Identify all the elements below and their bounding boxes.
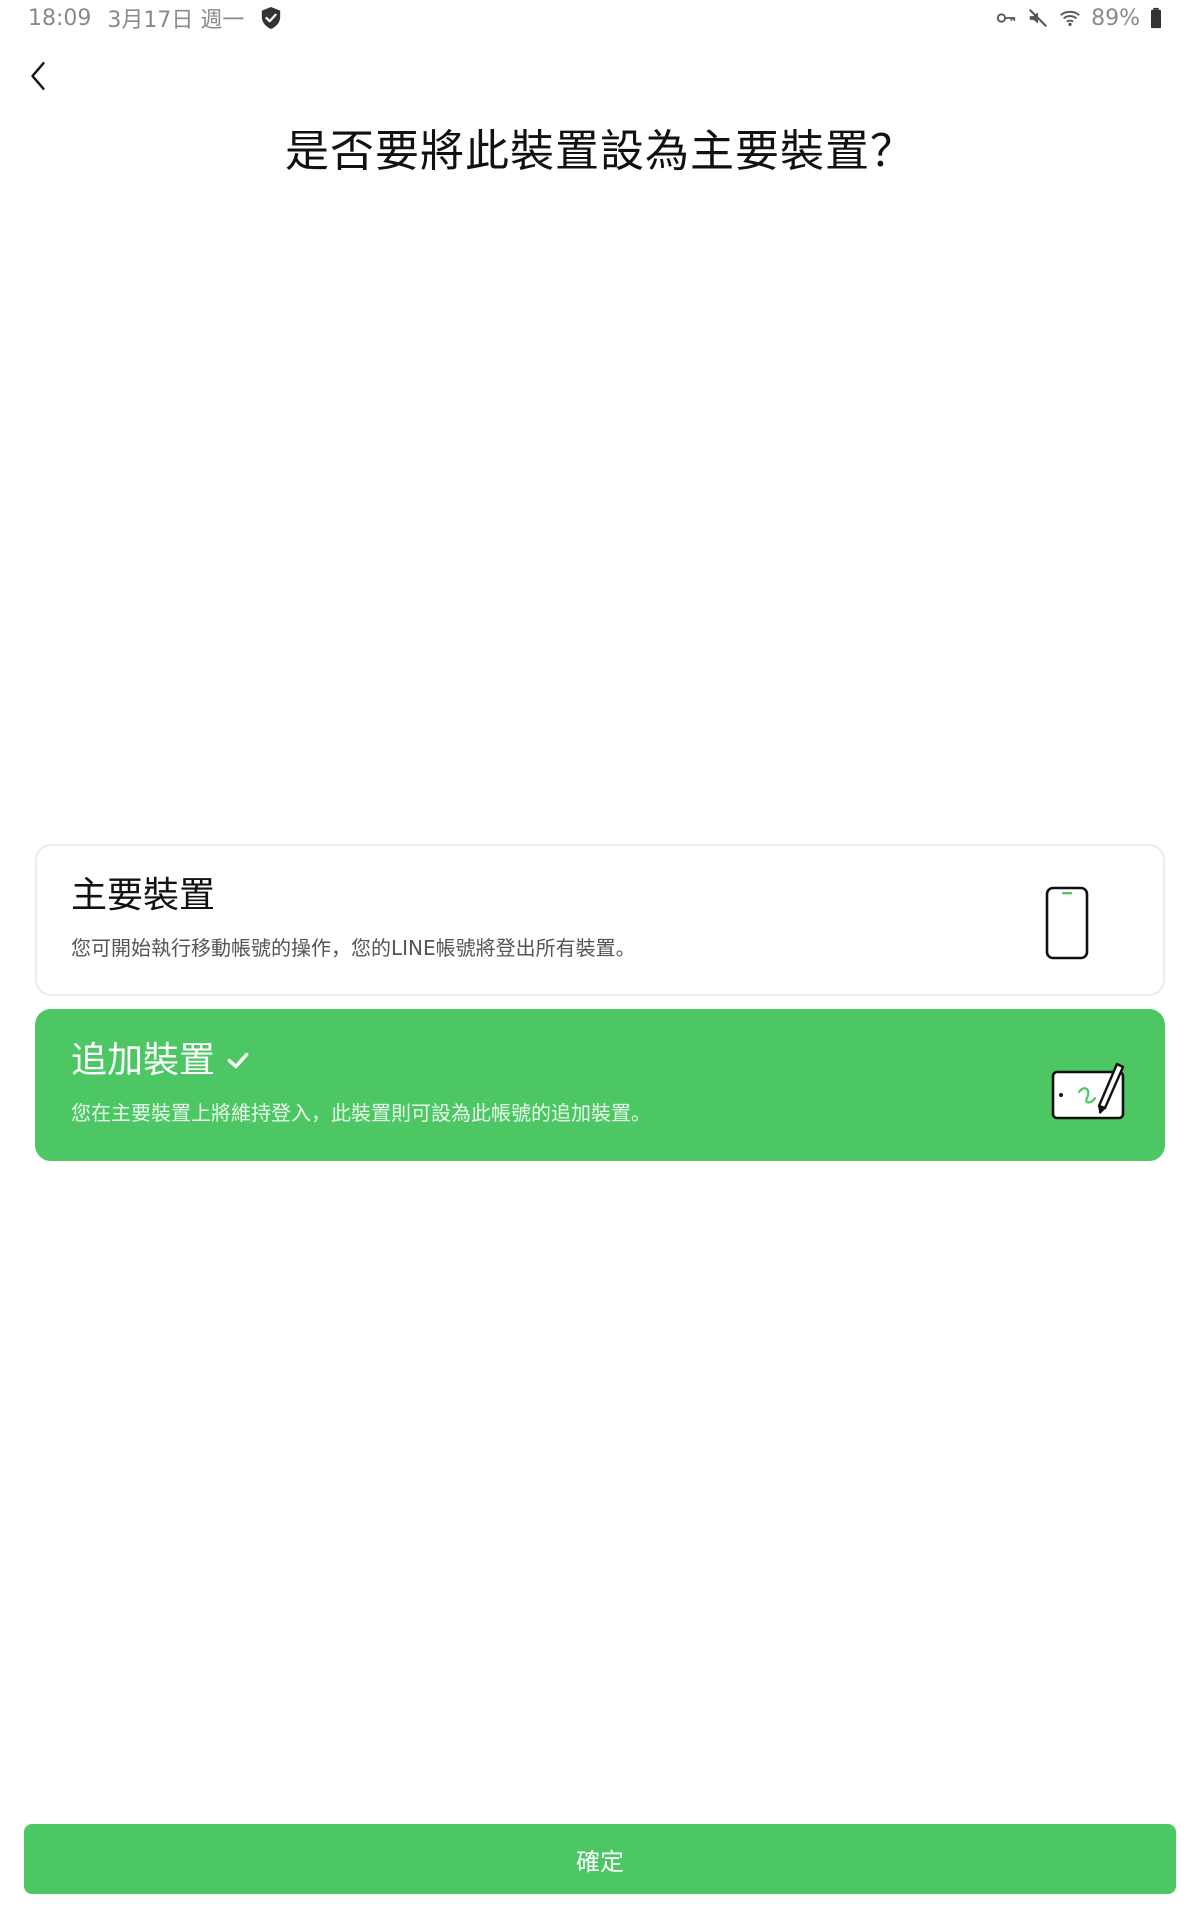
option-primary-device[interactable]: 主要裝置 您可開始執行移動帳號的操作，您的LINE帳號將登出所有裝置。 [35, 844, 1165, 996]
option-secondary-title-text: 追加裝置 [71, 1040, 216, 1081]
option-primary-description: 您可開始執行移動帳號的操作，您的LINE帳號將登出所有裝置。 [71, 936, 636, 960]
confirm-button[interactable]: 確定 [24, 1824, 1176, 1894]
vpn-key-icon [995, 7, 1017, 29]
back-button[interactable] [18, 54, 58, 98]
mute-icon [1027, 7, 1049, 29]
status-date: 3月17日 週一 [107, 8, 245, 33]
battery-icon [1150, 7, 1172, 29]
shield-check-icon [260, 6, 282, 30]
option-primary-title-text: 主要裝置 [71, 875, 216, 916]
status-bar: 18:09 3月17日 週一 89% [0, 0, 1200, 36]
phone-icon [1027, 884, 1107, 962]
battery-percentage: 89% [1091, 5, 1140, 31]
page-title: 是否要將此裝置設為主要裝置？ [285, 126, 915, 177]
status-left: 18:09 3月17日 週一 [28, 2, 282, 34]
option-secondary-description: 您在主要裝置上將維持登入，此裝置則可設為此帳號的追加裝置。 [71, 1101, 651, 1125]
option-primary-title: 主要裝置 [71, 874, 1129, 918]
page: 18:09 3月17日 週一 89% 是否要將此裝置設為主要裝置？ 主要裝置 您… [0, 0, 1200, 1917]
status-time: 18:09 [28, 5, 92, 31]
option-secondary-title: 追加裝置 [71, 1039, 1129, 1083]
chevron-left-icon [31, 61, 45, 91]
wifi-icon [1059, 7, 1081, 29]
status-right: 89% [995, 6, 1172, 31]
option-secondary-device[interactable]: 追加裝置 您在主要裝置上將維持登入，此裝置則可設為此帳號的追加裝置。 [35, 1009, 1165, 1161]
check-icon [225, 1047, 253, 1075]
tablet-pen-icon [1049, 1051, 1129, 1129]
